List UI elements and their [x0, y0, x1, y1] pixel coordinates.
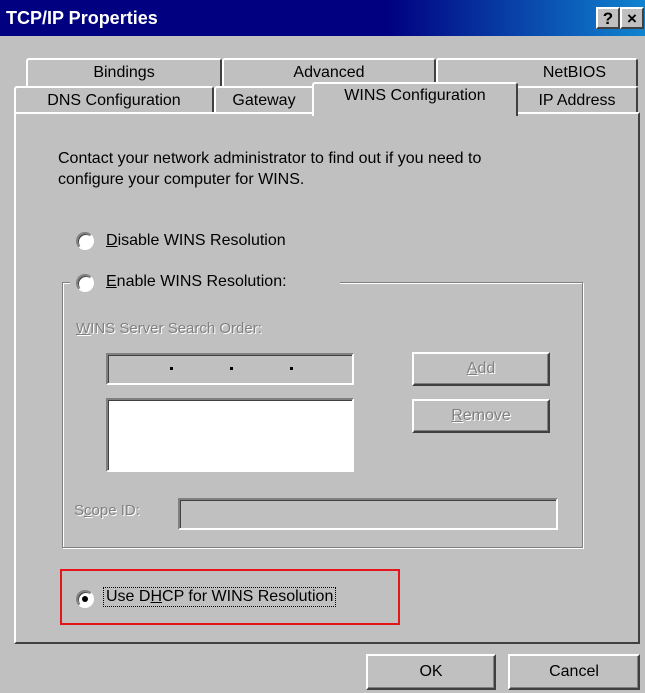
- scope-id-input[interactable]: [178, 498, 558, 530]
- wins-server-order-label: WINS Server Search Order:: [76, 320, 262, 337]
- description-text: Contact your network administrator to fi…: [58, 150, 482, 167]
- title-bar[interactable]: TCP/IP Properties: [0, 0, 645, 36]
- ok-button[interactable]: OK: [366, 654, 496, 690]
- tab-ip-address[interactable]: IP Address: [516, 86, 638, 114]
- wins-server-list[interactable]: [106, 398, 354, 472]
- disable-wins-radio[interactable]: [76, 232, 94, 250]
- enable-wins-label[interactable]: Enable WINS Resolution:: [106, 273, 287, 291]
- tab-bindings[interactable]: Bindings: [26, 58, 222, 86]
- disable-wins-label[interactable]: Disable WINS Resolution: [106, 232, 286, 250]
- ip-separator: [170, 367, 173, 370]
- enable-wins-radio[interactable]: [76, 274, 94, 292]
- tab-label: Bindings: [93, 64, 155, 81]
- question-mark-icon: ?: [602, 9, 614, 28]
- add-button[interactable]: Add: [412, 352, 550, 386]
- remove-button[interactable]: Remove: [412, 399, 550, 433]
- ip-separator: [290, 367, 293, 370]
- window-title: TCP/IP Properties: [6, 8, 158, 28]
- wins-server-ip-input[interactable]: [106, 353, 354, 385]
- tab-label: IP Address: [538, 92, 616, 109]
- tab-wins-configuration[interactable]: WINS Configuration: [312, 82, 518, 116]
- tab-label: DNS Configuration: [47, 92, 181, 109]
- close-icon: ×: [627, 9, 637, 28]
- tab-dns-configuration[interactable]: DNS Configuration: [14, 86, 214, 114]
- description-text: configure your computer for WINS.: [58, 171, 305, 188]
- tab-gateway[interactable]: Gateway: [214, 86, 314, 114]
- ip-separator: [230, 367, 233, 370]
- tab-label: Gateway: [232, 92, 296, 109]
- close-button[interactable]: ×: [620, 7, 644, 29]
- highlight-box: [60, 569, 400, 625]
- tab-label: NetBIOS: [542, 64, 606, 81]
- scope-id-label: Scope ID:: [74, 502, 140, 519]
- cancel-button[interactable]: Cancel: [508, 654, 640, 690]
- tcpip-properties-dialog: TCP/IP Properties ? × Bindings Advanced …: [0, 0, 645, 693]
- tab-label: WINS Configuration: [344, 87, 486, 104]
- tab-label: Advanced: [293, 64, 365, 81]
- help-button[interactable]: ?: [596, 7, 620, 29]
